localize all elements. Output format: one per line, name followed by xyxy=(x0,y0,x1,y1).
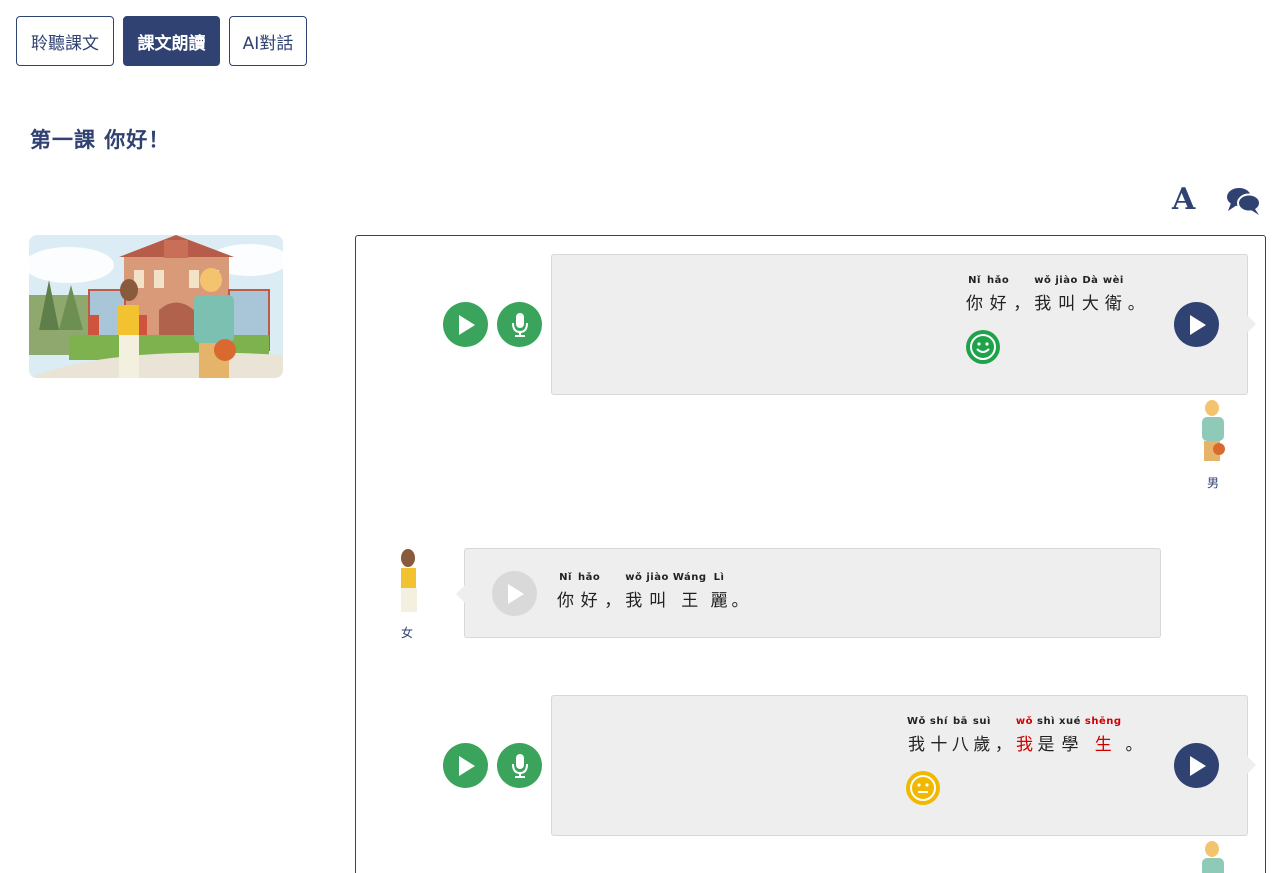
speaker-label: 女 xyxy=(401,626,414,640)
record-button[interactable] xyxy=(497,302,542,347)
play-recording-button[interactable] xyxy=(443,743,488,788)
male-avatar xyxy=(1192,399,1232,469)
speaker-label: 男 xyxy=(1207,476,1220,490)
dialogue-bubble: Nǐ 你 hǎo 好 ， wǒ 我 jiào 叫 Dà 大 wèi 衛 。 xyxy=(551,254,1256,395)
play-icon xyxy=(458,314,475,335)
female-avatar xyxy=(394,548,426,618)
play-icon xyxy=(1189,314,1206,335)
play-audio-button[interactable] xyxy=(1174,302,1219,347)
play-icon xyxy=(1189,755,1206,776)
mode-tabs: 聆聽課文 課文朗讀 AI對話 xyxy=(16,16,307,66)
play-recording-button[interactable] xyxy=(443,302,488,347)
page-title: 第一課 你好！ xyxy=(30,128,171,152)
play-audio-button[interactable] xyxy=(492,571,537,616)
font-size-icon[interactable]: A xyxy=(1172,184,1195,216)
play-icon xyxy=(507,583,524,604)
lesson-illustration xyxy=(29,235,283,378)
play-audio-button[interactable] xyxy=(1174,743,1219,788)
microphone-icon xyxy=(511,753,528,778)
tab-read-aloud[interactable]: 課文朗讀 xyxy=(123,16,220,66)
male-avatar xyxy=(1192,840,1232,873)
record-button[interactable] xyxy=(497,743,542,788)
dialogue-bubble: Wǒ 我 shí 十 bā 八 suì 歲 ， wǒ 我 shì 是 xué 學 shēng 生… xyxy=(551,695,1256,836)
smiley-happy-icon xyxy=(965,329,1001,365)
dialogue-bubble: Nǐ 你 hǎo 好 ， wǒ 我 jiào 叫 Wáng 王 Lì 麗 。 xyxy=(456,548,1161,638)
sentence-line: Wǒ 我 shí 十 bā 八 suì 歲 ， wǒ 我 shì 是 xué 學 shēng 生… xyxy=(907,716,1143,755)
smiley-neutral-icon xyxy=(905,770,941,806)
chat-bubbles-icon[interactable] xyxy=(1226,186,1262,220)
sentence-line: Nǐ 你 hǎo 好 ， wǒ 我 jiào 叫 Wáng 王 Lì 麗 。 xyxy=(557,572,749,611)
sentence-line: Nǐ 你 hǎo 好 ， wǒ 我 jiào 叫 Dà 大 wèi 衛 。 xyxy=(966,275,1145,314)
tab-ai-dialogue[interactable]: AI對話 xyxy=(229,16,307,66)
tab-listen[interactable]: 聆聽課文 xyxy=(16,16,114,66)
microphone-icon xyxy=(511,312,528,337)
dialogue-panel[interactable]: Nǐ你 hǎo好 ， wǒ我 jiào叫 Dà大 wèi衛 。 男 xyxy=(355,235,1266,873)
play-icon xyxy=(458,755,475,776)
